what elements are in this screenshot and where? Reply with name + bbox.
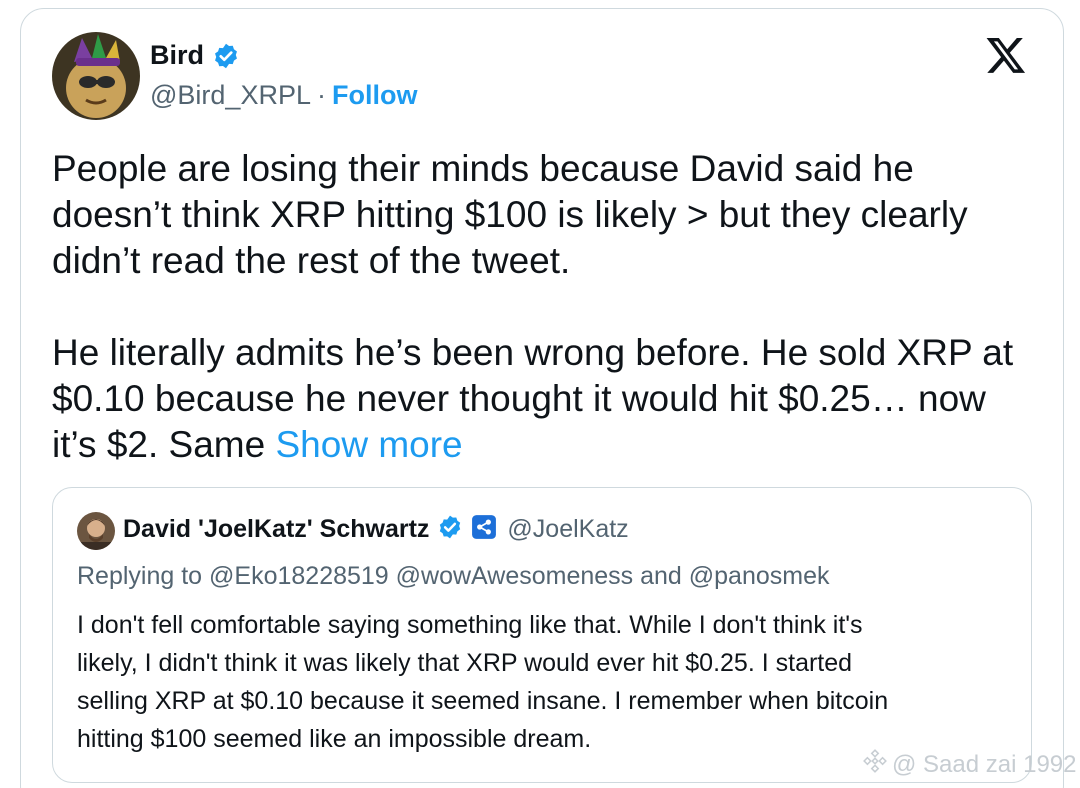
quoted-line: selling XRP at $0.10 because it seemed i… [77, 687, 889, 715]
quoted-text: I don't fell comfortable saying somethin… [77, 606, 1007, 758]
tweet-line: it’s $2. Same [52, 424, 276, 465]
tweet-line: People are losing their minds because Da… [52, 148, 914, 189]
watermark: @ Saad zai 1992 [862, 748, 1077, 781]
tweet-line: doesn’t think XRP hitting $100 is likely… [52, 194, 968, 235]
author-handle-row: @Bird_XRPL · Follow [150, 80, 417, 111]
verified-badge-icon [212, 42, 240, 70]
tweet-text: People are losing their minds because Da… [52, 146, 1042, 468]
tweet-screenshot: Bird @Bird_XRPL · Follow People are losi… [0, 0, 1080, 788]
tweet-line: didn’t read the rest of the tweet. [52, 240, 571, 281]
author-handle[interactable]: @Bird_XRPL [150, 80, 311, 111]
tweet-line: He literally admits he’s been wrong befo… [52, 332, 1014, 373]
quoted-author-avatar[interactable] [77, 512, 115, 550]
verified-badge-icon [437, 514, 463, 545]
separator-dot: · [316, 80, 326, 110]
author-display-name[interactable]: Bird [150, 40, 204, 71]
follow-button[interactable]: Follow [332, 80, 417, 111]
tweet-line: $0.10 because he never thought it would … [52, 378, 986, 419]
quoted-tweet[interactable]: David 'JoelKatz' Schwartz @JoelKatz Repl… [52, 487, 1032, 783]
watermark-text: @ Saad zai 1992 [892, 750, 1077, 778]
show-more-link[interactable]: Show more [275, 424, 462, 465]
quoted-line: I don't fell comfortable saying somethin… [77, 611, 863, 639]
quoted-line: likely, I didn't think it was likely tha… [77, 649, 853, 677]
author-avatar[interactable] [52, 32, 140, 120]
binance-logo-icon [862, 748, 888, 781]
tweet-line-last: it’s $2. Same Show more [52, 422, 1042, 468]
x-logo-icon[interactable] [985, 34, 1027, 76]
quoted-display-name[interactable]: David 'JoelKatz' Schwartz [123, 515, 429, 544]
replying-to: Replying to @Eko18228519 @wowAwesomeness… [77, 562, 830, 590]
author-name-row: Bird [150, 40, 240, 71]
quoted-handle[interactable]: @JoelKatz [507, 515, 628, 544]
affiliate-badge-icon [471, 514, 497, 545]
quoted-header: David 'JoelKatz' Schwartz @JoelKatz [123, 514, 629, 545]
